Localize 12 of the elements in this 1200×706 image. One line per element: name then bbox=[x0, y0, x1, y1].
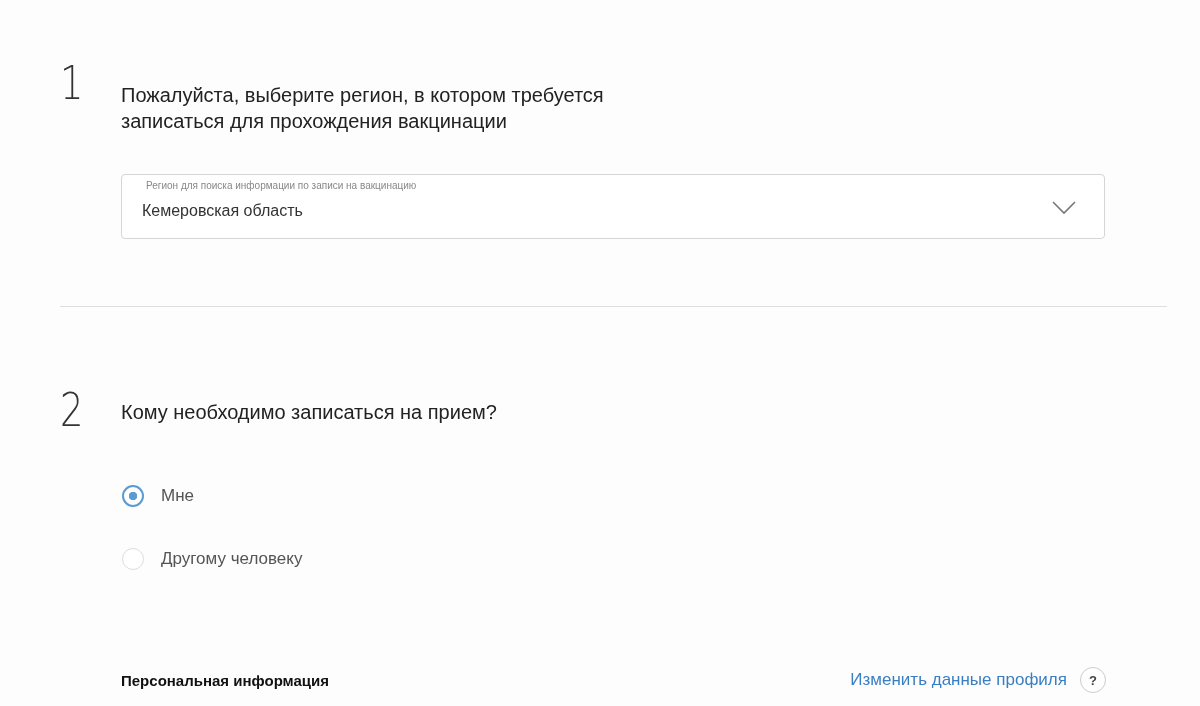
section-heading: Персональная информация bbox=[121, 671, 330, 689]
step-number: 1 bbox=[60, 61, 85, 105]
edit-profile-link[interactable]: Изменить данные профиля bbox=[850, 670, 1067, 690]
chevron-down-icon bbox=[1052, 201, 1076, 215]
step-heading: Кому необходимо записаться на прием? bbox=[121, 400, 498, 425]
radio-label[interactable]: Другому человеку bbox=[161, 547, 303, 571]
radio-label[interactable]: Мне bbox=[161, 484, 194, 508]
step-number: 2 bbox=[60, 388, 85, 432]
region-select[interactable]: Регион для поиска информации по записи на вакцинацию Кемеровская область bbox=[121, 174, 1105, 239]
help-icon[interactable]: ? bbox=[1080, 667, 1106, 693]
step-heading: Пожалуйста, выберите регион, в котором требуется записаться для прохождения вакцинации bbox=[121, 83, 605, 134]
radio-button[interactable] bbox=[122, 485, 144, 507]
